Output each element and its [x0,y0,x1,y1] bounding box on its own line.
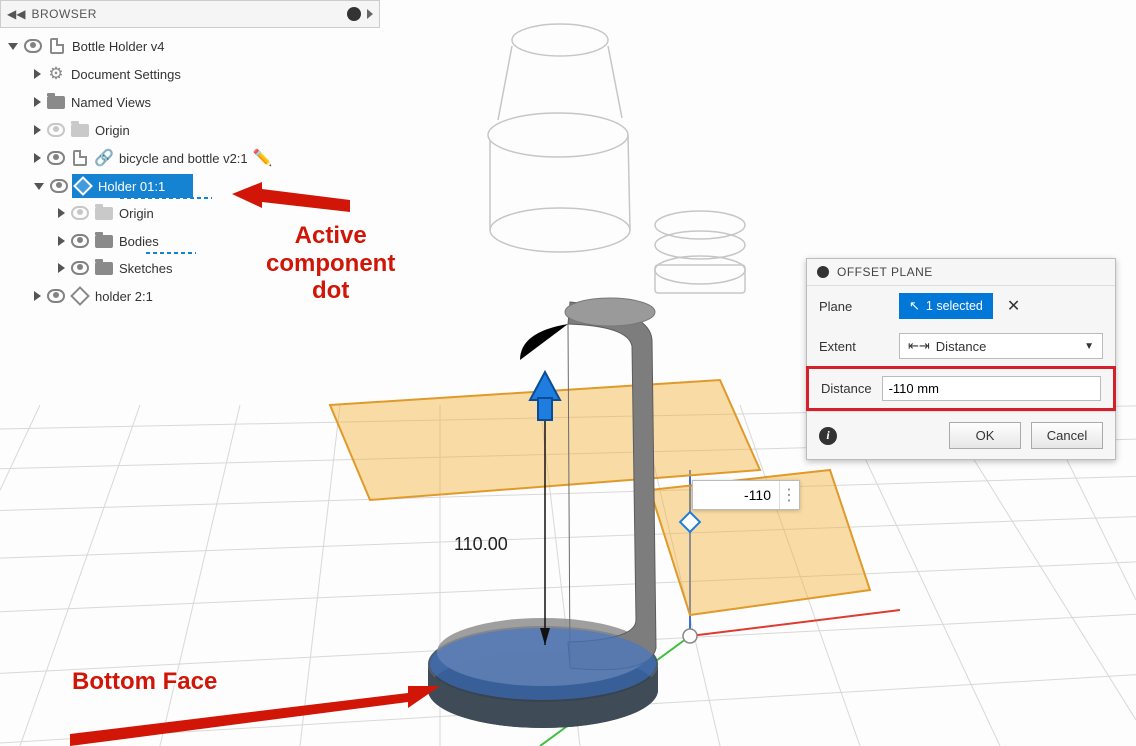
dialog-row-distance: Distance [806,366,1116,411]
dialog-row-extent: Extent ⇤⇥ Distance ▼ [807,326,1115,366]
dialog-collapse-icon[interactable] [817,266,829,278]
visibility-icon[interactable] [24,39,42,53]
pencil-icon[interactable]: ✏️ [254,149,272,167]
tree-label: Bodies [119,234,159,249]
plane-selected-text: 1 selected [926,299,983,313]
dialog-title: OFFSET PLANE [837,265,933,279]
twisty-icon[interactable] [34,153,41,163]
clear-selection-icon[interactable]: ✕ [1003,296,1024,316]
dialog-header[interactable]: OFFSET PLANE [807,259,1115,286]
visibility-off-icon[interactable] [47,123,65,137]
dialog-row-plane: Plane ↖ 1 selected ✕ [807,286,1115,326]
component-icon [74,177,92,195]
dropdown-arrow-icon: ▼ [1084,341,1094,352]
cancel-button[interactable]: Cancel [1031,422,1103,449]
info-icon[interactable]: i [819,427,837,445]
twisty-icon[interactable] [34,69,41,79]
extent-value: Distance [936,339,987,354]
dimension-input-more-icon[interactable]: ⋮ [779,481,799,509]
folder-icon [47,93,65,111]
annotation-text: Active [266,222,395,250]
annotation-text: Bottom Face [72,668,217,695]
dimension-input[interactable] [693,481,779,509]
distance-extent-icon: ⇤⇥ [908,338,930,354]
tree-item-holder01[interactable]: Holder 01:1 [8,172,380,200]
plane-selection-pill[interactable]: ↖ 1 selected [899,293,993,319]
visibility-icon[interactable] [47,289,65,303]
folder-icon [95,232,113,250]
tree-label: bicycle and bottle v2:1 [119,151,248,166]
extent-select[interactable]: ⇤⇥ Distance ▼ [899,333,1103,359]
dimension-input-flyout[interactable]: ⋮ [692,480,800,510]
distance-label: Distance [821,381,872,396]
visibility-icon[interactable] [47,151,65,165]
tree-label: Bottle Holder v4 [72,39,165,54]
folder-icon [71,121,89,139]
tree-label: Document Settings [71,67,181,82]
tree-root[interactable]: Bottle Holder v4 [8,32,380,60]
offset-plane-dialog[interactable]: OFFSET PLANE Plane ↖ 1 selected ✕ Extent… [806,258,1116,460]
cursor-icon: ↖ [909,298,920,314]
twisty-icon[interactable] [58,263,65,273]
tree-label: Origin [119,206,154,221]
annotation-text: dot [266,277,395,305]
twisty-icon[interactable] [34,97,41,107]
ok-button[interactable]: OK [949,422,1021,449]
tree-item-linked[interactable]: 🔗 bicycle and bottle v2:1 ✏️ [8,144,380,172]
collapse-icon[interactable]: ◀◀ [7,7,25,21]
distance-input[interactable] [882,376,1101,401]
annotation-bottom-face: Bottom Face [72,668,217,696]
browser-header[interactable]: ◀◀ BROWSER [0,0,380,28]
visibility-off-icon[interactable] [71,206,89,220]
visibility-icon[interactable] [50,179,68,193]
annotation-active-component: Active component dot [266,222,395,305]
twisty-icon[interactable] [34,125,41,135]
component-icon [71,287,89,305]
tree-label: holder 2:1 [95,289,153,304]
tree-label: Sketches [119,261,172,276]
twisty-icon[interactable] [34,291,41,301]
dimension-label: 110.00 [454,534,508,555]
tree-item-doc-settings[interactable]: ⚙ Document Settings [8,60,380,88]
annotation-text: component [266,250,395,278]
tree-label: Holder 01:1 [98,179,165,194]
folder-icon [95,259,113,277]
twisty-icon[interactable] [34,183,44,190]
gear-icon: ⚙ [47,65,65,83]
document-icon [48,37,66,55]
document-icon [71,149,89,167]
browser-title: BROWSER [31,7,97,21]
tree-item-origin[interactable]: Origin [8,116,380,144]
tree-label: Origin [95,123,130,138]
minimize-icon[interactable] [347,7,361,21]
tree-label: Named Views [71,95,151,110]
expand-chevron-icon[interactable] [367,9,373,19]
plane-label: Plane [819,299,889,314]
visibility-icon[interactable] [71,261,89,275]
twisty-icon[interactable] [8,43,18,50]
twisty-icon[interactable] [58,208,65,218]
twisty-icon[interactable] [58,236,65,246]
extent-label: Extent [819,339,889,354]
visibility-icon[interactable] [71,234,89,248]
dialog-footer: i OK Cancel [807,411,1115,459]
tree-item-named-views[interactable]: Named Views [8,88,380,116]
folder-icon [95,204,113,222]
link-icon: 🔗 [95,149,113,167]
